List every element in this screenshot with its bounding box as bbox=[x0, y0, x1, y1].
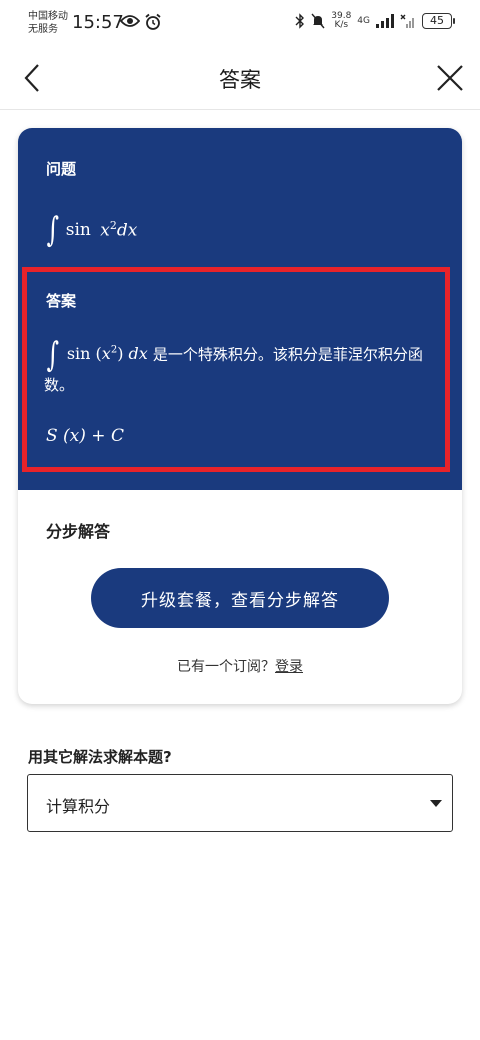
eye-icon bbox=[120, 15, 140, 27]
mute-icon bbox=[311, 13, 325, 29]
speed-unit: K/s bbox=[334, 20, 349, 30]
steps-title: 分步解答 bbox=[46, 522, 111, 541]
close-icon[interactable] bbox=[434, 62, 466, 94]
status-bar: 中国移动 无服务 15:57 39.8 K/s 4G 45 bbox=[0, 0, 480, 46]
integral-sign: ∫ bbox=[46, 334, 60, 375]
app-header: 答案 bbox=[0, 46, 480, 110]
question-expression: ∫ sin x2dx bbox=[44, 210, 138, 250]
alarm-icon bbox=[145, 13, 161, 30]
status-time: 15:57 bbox=[72, 12, 124, 33]
network-type: 4G bbox=[357, 16, 370, 26]
differential: dx bbox=[116, 220, 138, 241]
battery-icon: 45 bbox=[422, 13, 455, 29]
network-speed: 39.8 K/s bbox=[331, 12, 351, 30]
question-label: 问题 bbox=[46, 160, 77, 178]
other-method-label: 用其它解法求解本题? bbox=[28, 748, 172, 766]
method-selected-value: 计算积分 bbox=[46, 797, 111, 816]
integral-sign: ∫ bbox=[46, 210, 60, 250]
differential: dx bbox=[128, 344, 148, 364]
signal-icon bbox=[376, 14, 394, 28]
func-name: sin bbox=[65, 220, 91, 240]
var: x bbox=[101, 344, 111, 364]
func-name: sin bbox=[66, 344, 91, 364]
subscription-prompt: 已有一个订阅？ bbox=[177, 659, 275, 675]
answer-description: ∫ sin (x2) dx 是一个特殊积分。该积分是菲涅尔积分函数。 bbox=[44, 336, 444, 400]
solution-panel: 问题 ∫ sin x2dx 答案 ∫ sin (x2) dx 是一个特殊积分。该… bbox=[18, 128, 462, 490]
subscription-line: 已有一个订阅？登录 bbox=[18, 656, 462, 676]
var: x bbox=[100, 220, 110, 241]
login-link[interactable]: 登录 bbox=[275, 659, 303, 675]
status-right: 39.8 K/s 4G 45 bbox=[295, 12, 455, 30]
answer-card: 问题 ∫ sin x2dx 答案 ∫ sin (x2) dx 是一个特殊积分。该… bbox=[18, 128, 462, 704]
close-paren: ) bbox=[117, 344, 124, 364]
wifi-off-icon bbox=[400, 14, 414, 28]
carrier-info: 中国移动 无服务 bbox=[28, 10, 68, 36]
answer-expression: ∫ sin (x2) dx bbox=[44, 338, 153, 372]
page-title: 答案 bbox=[219, 68, 261, 92]
upgrade-button[interactable]: 升级套餐，查看分步解答 bbox=[91, 568, 389, 628]
answer-result: S (x) + C bbox=[46, 426, 124, 446]
exponent: 2 bbox=[109, 219, 117, 233]
carrier-name: 中国移动 bbox=[28, 11, 68, 22]
answer-label: 答案 bbox=[46, 292, 77, 310]
caret-down-icon bbox=[430, 800, 442, 807]
bluetooth-icon bbox=[295, 13, 305, 29]
carrier-status: 无服务 bbox=[28, 24, 58, 35]
method-select[interactable]: 计算积分 bbox=[27, 774, 453, 832]
